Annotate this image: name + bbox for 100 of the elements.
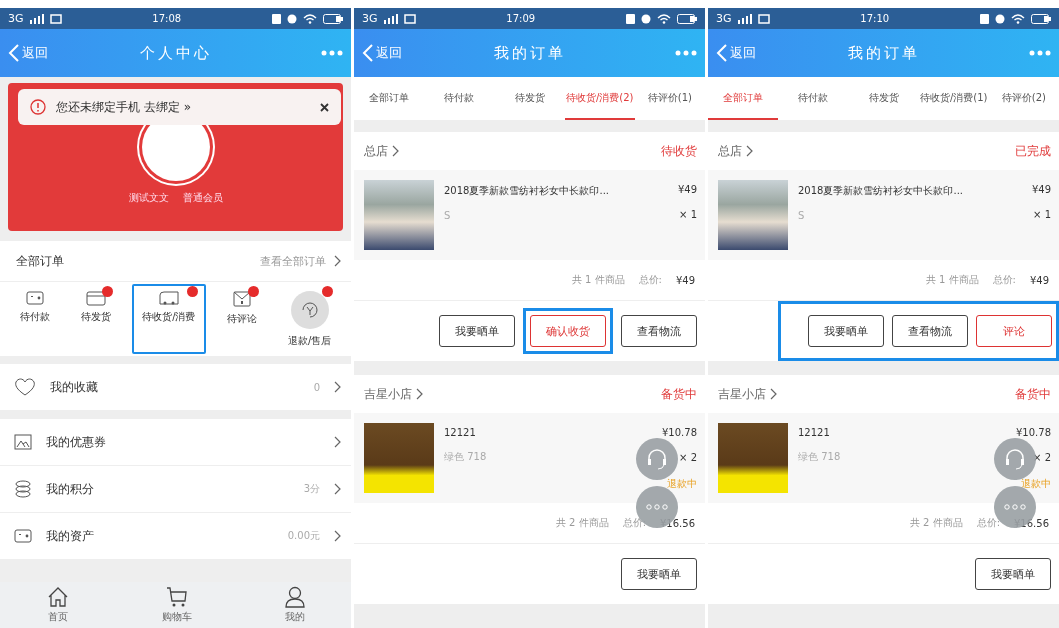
wifi-icon <box>1011 13 1025 24</box>
menu-label: 我的优惠券 <box>46 433 107 451</box>
menu-label: 我的收藏 <box>50 378 99 396</box>
order-action-button[interactable]: 查看物流 <box>621 315 697 347</box>
order-shortcut[interactable]: 待收货/消费 <box>132 284 206 354</box>
chevron-right-icon <box>746 145 753 157</box>
chevron-right-icon <box>334 483 341 495</box>
signal-icon <box>383 13 398 24</box>
member-level: 普通会员 <box>182 191 223 205</box>
menu-row[interactable]: 我的收藏 0 <box>0 364 351 411</box>
sim-card-icon <box>49 13 62 24</box>
menu-row[interactable]: 我的优惠券 <box>0 419 351 466</box>
product-title: 12121 <box>444 427 477 438</box>
total-label: 总价: <box>976 516 1000 530</box>
wifi-icon <box>303 13 317 24</box>
more-dots-icon[interactable] <box>675 50 697 56</box>
order-tab[interactable]: 全部订单 <box>708 77 779 120</box>
order-status: 备货中 <box>1015 385 1051 403</box>
envelope-icon <box>232 290 251 308</box>
refund-status: 退款中 <box>667 477 697 491</box>
order-tab[interactable]: 待收货/消费(2) <box>564 77 635 120</box>
order-action-button[interactable]: 我要晒单 <box>439 315 515 347</box>
wallet-icon <box>25 290 44 306</box>
close-icon[interactable] <box>320 102 329 112</box>
section-title: 全部订单 <box>16 252 65 270</box>
chevron-right-icon <box>416 388 423 400</box>
battery-icon <box>677 13 697 24</box>
shop-link[interactable]: 总店 <box>364 142 399 160</box>
total-label: 总价: <box>992 273 1016 287</box>
chevron-right-icon <box>770 388 777 400</box>
wifi-icon <box>657 13 671 24</box>
nav-title: 我的订单 <box>492 43 567 63</box>
order-status: 已完成 <box>1015 142 1051 160</box>
order-tab[interactable]: 全部订单 <box>354 77 425 120</box>
order-tab[interactable]: 待付款 <box>778 77 849 120</box>
headset-icon <box>646 448 668 470</box>
refund-icon <box>289 290 330 330</box>
photo-placeholder <box>364 423 434 493</box>
order-action-button[interactable]: 我要晒单 <box>621 558 697 590</box>
cart-icon <box>165 586 188 608</box>
clock-time: 17:09 <box>505 13 537 24</box>
box-icon <box>85 290 106 306</box>
item-count: 共 1 件商品 <box>925 273 979 287</box>
picture-icon <box>14 434 32 450</box>
order-tab[interactable]: 待评价(2) <box>988 77 1059 120</box>
product-quantity: × 1 <box>1033 209 1051 220</box>
order-action-button[interactable]: 查看物流 <box>892 315 968 347</box>
order-action-button[interactable]: 我要晒单 <box>808 315 884 347</box>
more-dots-icon[interactable] <box>1029 50 1051 56</box>
order-tab[interactable]: 待发货 <box>494 77 565 120</box>
notice-text[interactable]: 您还未绑定手机 去绑定 » <box>56 98 310 116</box>
order-shortcut[interactable]: 退款/售后 <box>278 284 342 354</box>
total-label: 总价: <box>622 516 646 530</box>
product-row[interactable]: 2018夏季新款雪纺衬衫女中长款印... S ¥49 × 1 <box>354 170 705 260</box>
order-tab[interactable]: 待收货/消费(1) <box>918 77 989 120</box>
order-tab[interactable]: 待发货 <box>848 77 919 120</box>
truck-icon <box>157 290 180 306</box>
network-label: 3G <box>8 12 24 25</box>
home-icon <box>46 586 69 608</box>
chevron-right-icon <box>392 145 399 157</box>
tab-bar-item[interactable]: 购物车 <box>155 585 198 625</box>
order-action-button[interactable]: 确认收货 <box>530 315 606 347</box>
order-tab[interactable]: 待评价(1) <box>634 77 705 120</box>
product-spec: S <box>798 210 806 221</box>
more-dots-icon[interactable] <box>321 50 343 56</box>
item-count: 共 2 件商品 <box>909 516 963 530</box>
total-label: 总价: <box>638 273 662 287</box>
back-chevron-icon <box>8 43 20 63</box>
tab-bar-item[interactable]: 首页 <box>40 585 75 625</box>
product-title: 2018夏季新款雪纺衬衫女中长款印... <box>444 184 610 198</box>
order-shortcut[interactable]: 待评论 <box>216 284 267 354</box>
clock-time: 17:10 <box>859 13 891 24</box>
menu-row[interactable]: 我的资产 0.00元 <box>0 513 351 560</box>
order-shortcut[interactable]: 待发货 <box>70 284 121 354</box>
more-dots-icon <box>1004 504 1026 510</box>
refund-status: 退款中 <box>1021 477 1051 491</box>
chevron-right-icon <box>334 436 341 448</box>
tab-bar-item[interactable]: 我的 <box>278 585 311 625</box>
total-price: ¥16.56 <box>660 517 695 529</box>
product-row[interactable]: 12121 绿色 718 ¥10.78 × 2 退款中 <box>354 413 705 503</box>
sim-card-icon <box>757 13 770 24</box>
product-row[interactable]: 12121 绿色 718 ¥10.78 × 2 退款中 <box>708 413 1059 503</box>
menu-value: 0.00元 <box>287 529 320 543</box>
order-action-button[interactable]: 我要晒单 <box>975 558 1051 590</box>
photo-placeholder <box>718 423 788 493</box>
user-name: 测试文文 <box>128 191 169 205</box>
order-shortcut[interactable]: 待付款 <box>9 284 60 354</box>
menu-label: 我的积分 <box>46 480 95 498</box>
product-row[interactable]: 2018夏季新款雪纺衬衫女中长款印... S ¥49 × 1 <box>708 170 1059 260</box>
order-action-button[interactable]: 评论 <box>976 315 1052 347</box>
item-count: 共 2 件商品 <box>555 516 609 530</box>
chevron-right-icon[interactable] <box>334 255 341 267</box>
order-tab[interactable]: 待付款 <box>424 77 495 120</box>
shop-link[interactable]: 吉星小店 <box>718 385 777 403</box>
product-spec: 绿色 718 <box>798 450 842 464</box>
battery-icon <box>323 13 343 24</box>
menu-row[interactable]: 我的积分 3分 <box>0 466 351 513</box>
more-dots-icon <box>646 504 668 510</box>
shop-link[interactable]: 吉星小店 <box>364 385 423 403</box>
shop-link[interactable]: 总店 <box>718 142 753 160</box>
